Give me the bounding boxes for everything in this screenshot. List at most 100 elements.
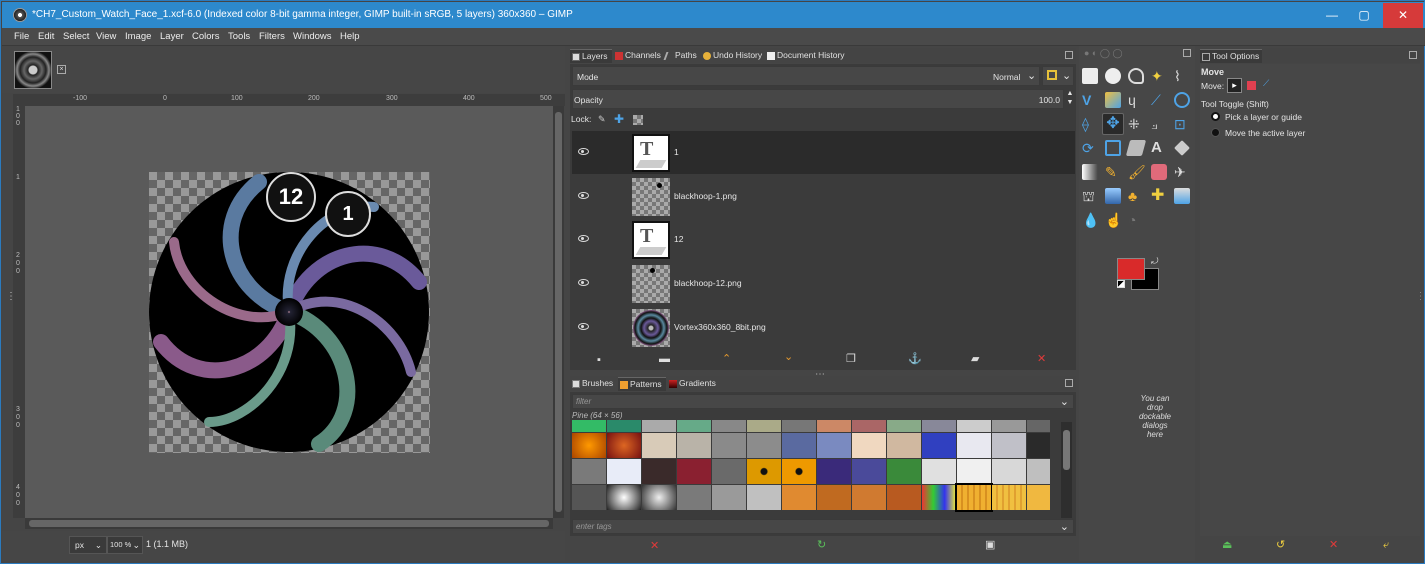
layer-name[interactable]: blackhoop-1.png — [674, 191, 737, 201]
restore-options-icon[interactable]: ↺ — [1276, 540, 1285, 551]
pattern-swatch[interactable] — [607, 485, 641, 510]
default-colors-icon[interactable] — [1117, 280, 1125, 288]
pattern-swatch[interactable] — [642, 420, 676, 432]
pattern-swatch[interactable] — [712, 433, 746, 458]
image-tab-thumbnail[interactable] — [14, 51, 52, 89]
layer-name[interactable]: blackhoop-12.png — [674, 278, 742, 288]
save-options-icon[interactable]: ⏏ — [1222, 540, 1232, 551]
duplicate-layer-icon[interactable]: ❐ — [846, 354, 856, 365]
pattern-swatch[interactable] — [747, 433, 781, 458]
pattern-swatch[interactable] — [852, 459, 886, 484]
paintbrush-icon[interactable]: 🖌 — [1128, 164, 1146, 180]
vertical-scroll-thumb[interactable] — [555, 112, 562, 512]
paths-tool-icon[interactable]: ɥ — [1128, 92, 1144, 108]
menu-file[interactable]: File — [14, 31, 29, 42]
open-pattern-as-image-icon[interactable]: ▣ — [985, 540, 995, 551]
close-image-tab-icon[interactable]: × — [57, 65, 66, 74]
pattern-swatch[interactable] — [992, 420, 1026, 432]
pattern-swatch[interactable] — [957, 459, 991, 484]
lock-position-icon[interactable]: ✚ — [614, 112, 624, 126]
pattern-swatch[interactable] — [992, 485, 1026, 510]
move-active-layer-radio[interactable] — [1211, 128, 1220, 137]
new-layer-group-icon[interactable]: ▬ — [659, 354, 670, 365]
pattern-swatch[interactable] — [782, 420, 816, 432]
tab-paths[interactable]: Paths — [663, 49, 700, 63]
pattern-swatch[interactable] — [677, 433, 711, 458]
horizontal-scroll-thumb[interactable] — [29, 520, 549, 527]
pattern-swatch[interactable] — [1027, 420, 1050, 432]
pick-layer-option[interactable]: Pick a layer or guide — [1225, 112, 1302, 122]
pattern-swatch[interactable] — [1027, 459, 1050, 484]
move-path-mode-icon[interactable]: ⟋ — [1263, 78, 1269, 89]
pattern-swatch-pine-selected[interactable] — [955, 483, 993, 512]
vertical-scrollbar[interactable] — [553, 106, 564, 518]
menu-windows[interactable]: Windows — [293, 31, 332, 42]
tab-document-history[interactable]: Document History — [765, 49, 847, 63]
close-button[interactable]: ✕ — [1383, 3, 1423, 28]
mode-row[interactable]: Mode Normal ⌄ — [572, 66, 1040, 86]
cage-transform-icon[interactable] — [1174, 140, 1190, 156]
fuzzy-select-icon[interactable]: ✦ — [1151, 68, 1167, 84]
pattern-swatch[interactable] — [607, 459, 641, 484]
pattern-swatch[interactable] — [712, 485, 746, 510]
pattern-grid[interactable] — [572, 420, 1050, 518]
pattern-swatch[interactable] — [1027, 485, 1050, 510]
visibility-eye-icon[interactable] — [578, 192, 589, 199]
dock-menu-icon[interactable] — [1065, 51, 1073, 59]
visibility-eye-icon[interactable] — [578, 279, 589, 286]
layer-row[interactable]: blackhoop-12.png — [572, 262, 1075, 305]
pattern-swatch[interactable] — [712, 420, 746, 432]
mypaint-brush-icon[interactable] — [1105, 188, 1121, 204]
dock-menu-icon[interactable] — [1409, 51, 1417, 59]
color-picker-icon[interactable]: ⟋ — [1151, 92, 1167, 108]
lock-pixels-icon[interactable]: ✎ — [598, 114, 606, 125]
pattern-swatch[interactable] — [642, 433, 676, 458]
tab-brushes[interactable]: Brushes — [570, 377, 617, 391]
pattern-swatch[interactable] — [782, 433, 816, 458]
pattern-tags-input[interactable]: enter tags ⌄ — [572, 519, 1074, 534]
blend-icon[interactable] — [1082, 164, 1098, 180]
layer-row[interactable]: T 12 — [572, 218, 1075, 261]
shear-icon[interactable] — [1125, 140, 1147, 156]
pattern-swatch[interactable] — [852, 485, 886, 510]
tab-layers[interactable]: Layers — [570, 49, 612, 63]
perspective-clone-icon[interactable] — [1174, 188, 1190, 204]
tab-undo-history[interactable]: Undo History — [701, 49, 764, 63]
pattern-swatch[interactable] — [572, 485, 606, 510]
scissors-select-icon[interactable]: ⌇ — [1174, 68, 1190, 84]
pattern-swatch[interactable] — [572, 459, 606, 484]
pattern-swatch[interactable] — [922, 485, 956, 510]
eraser-icon[interactable] — [1151, 164, 1167, 180]
lower-layer-icon[interactable]: ⌄ — [784, 352, 793, 363]
swap-colors-icon[interactable]: ⤾ — [1151, 256, 1159, 267]
pattern-swatch[interactable] — [677, 459, 711, 484]
align-icon[interactable]: ⁜ — [1128, 116, 1144, 132]
pattern-swatch[interactable] — [607, 420, 641, 432]
rotate-icon[interactable]: ⟳ — [1082, 140, 1098, 156]
pencil-icon[interactable]: ✎ — [1105, 164, 1121, 180]
pattern-swatch[interactable] — [922, 459, 956, 484]
measure-icon[interactable]: ⟠ — [1082, 116, 1098, 132]
pattern-swatch[interactable] — [1027, 433, 1050, 458]
pattern-swatch[interactable] — [992, 433, 1026, 458]
new-layer-icon[interactable]: ▪ — [597, 355, 601, 366]
pattern-swatch[interactable] — [922, 433, 956, 458]
menu-tools[interactable]: Tools — [228, 31, 250, 42]
visibility-eye-icon[interactable] — [578, 323, 589, 330]
pattern-swatch[interactable] — [887, 420, 921, 432]
pattern-swatch[interactable] — [817, 420, 851, 432]
layer-name[interactable]: 1 — [674, 147, 679, 157]
pattern-swatch[interactable] — [817, 485, 851, 510]
layer-row[interactable]: blackhoop-1.png — [572, 175, 1075, 218]
unified-transform-icon[interactable]: ⊡ — [1174, 116, 1190, 132]
pattern-swatch[interactable] — [677, 420, 711, 432]
pattern-swatch[interactable] — [852, 433, 886, 458]
zoom-select[interactable]: 100 % ⌄ — [107, 536, 143, 554]
patterns-scrollbar[interactable] — [1061, 422, 1072, 518]
pattern-swatch[interactable] — [957, 420, 991, 432]
crop-icon[interactable]: ⟓ — [1151, 116, 1167, 132]
text-tool-icon[interactable]: A — [1151, 140, 1167, 156]
pattern-swatch[interactable] — [887, 485, 921, 510]
dock-menu-icon[interactable] — [1065, 379, 1073, 387]
pattern-swatch[interactable] — [817, 433, 851, 458]
